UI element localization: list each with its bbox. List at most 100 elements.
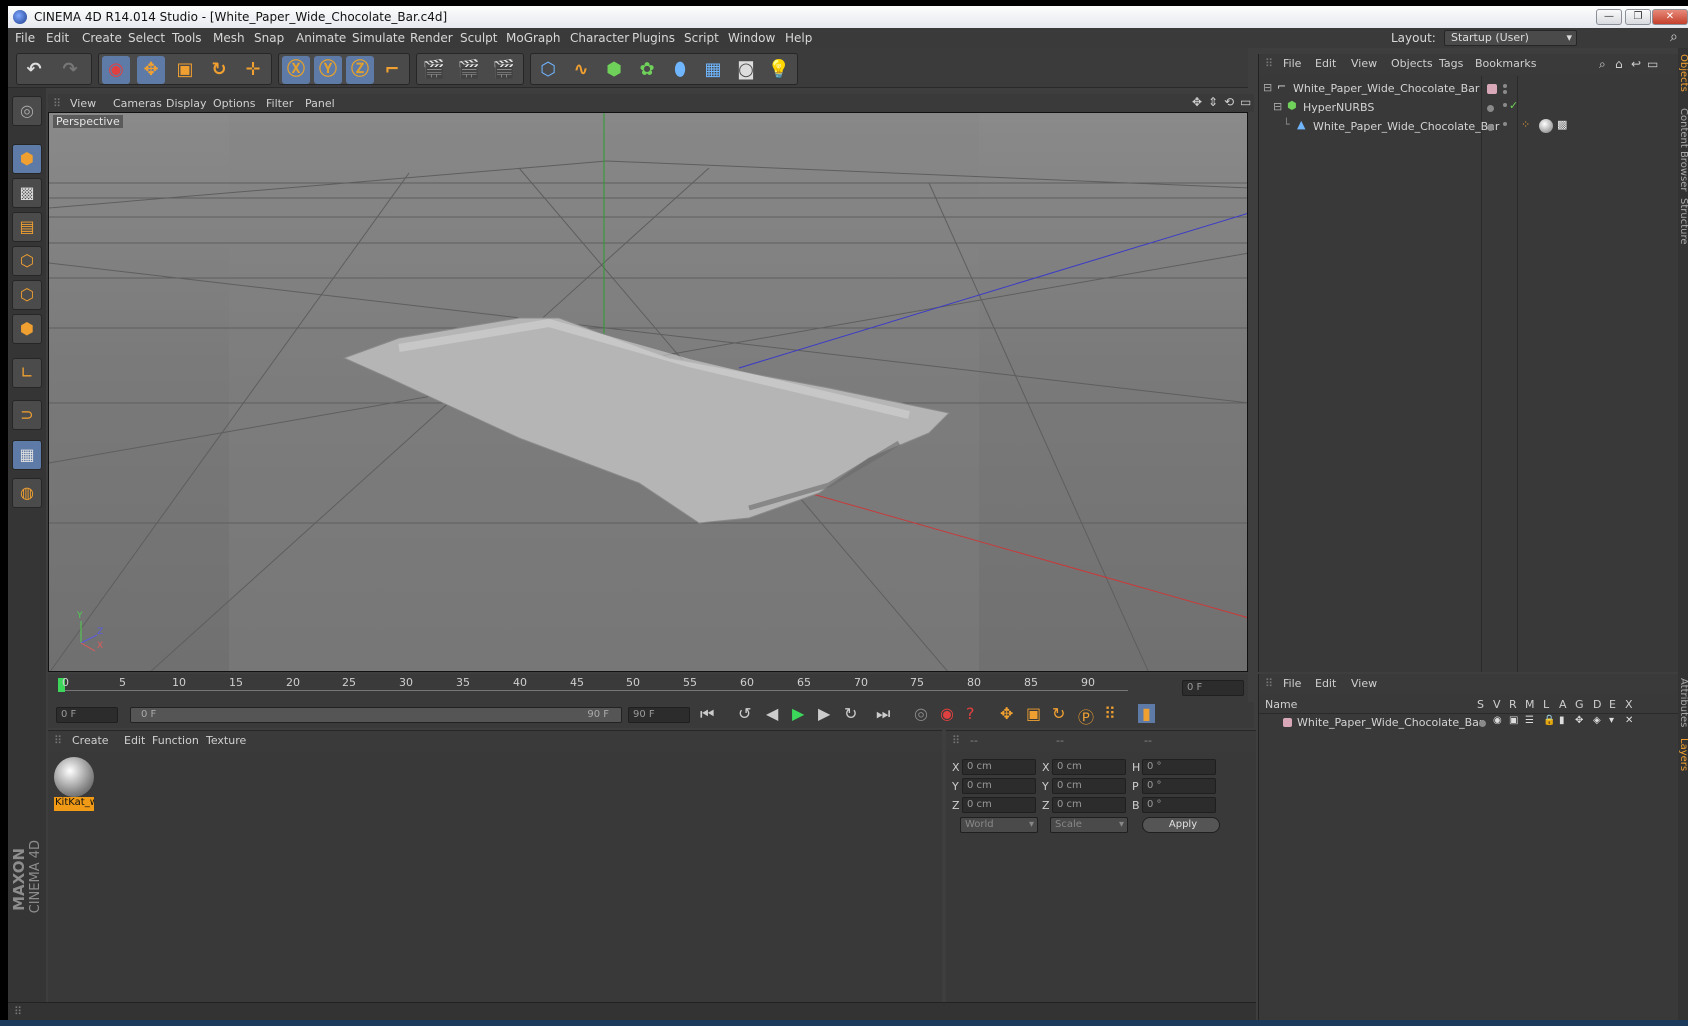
cube-icon[interactable]: ⬡ — [534, 56, 562, 84]
menu-help[interactable]: Help — [785, 31, 812, 45]
rot-b-field[interactable]: 0 ° — [1142, 797, 1216, 813]
object-row-mesh[interactable]: └ ▲ White_Paper_Wide_Chocolate_Bar ⁘ ▩ — [1259, 118, 1678, 137]
generators-icon[interactable]: ✥ — [1575, 715, 1583, 726]
previous-key-icon[interactable]: ↺ — [738, 704, 751, 723]
rot-h-field[interactable]: 0 ° — [1142, 759, 1216, 775]
menu-animate[interactable]: Animate — [296, 31, 346, 45]
viewport-zoom-icon[interactable]: ⇕ — [1208, 95, 1218, 109]
redo-icon[interactable]: ↷ — [56, 56, 84, 84]
workplane-icon[interactable]: ▤ — [12, 212, 42, 242]
move-icon[interactable]: ✥ — [137, 56, 165, 84]
close-button[interactable]: ✕ — [1652, 9, 1688, 25]
menu-mograph[interactable]: MoGraph — [506, 31, 561, 45]
render-view-icon[interactable]: 🎬 — [420, 56, 448, 84]
current-frame-field[interactable]: 0 F — [1182, 680, 1244, 696]
scale-icon[interactable]: ▣ — [171, 56, 199, 84]
col-g[interactable]: G — [1575, 698, 1584, 711]
col-m[interactable]: M — [1525, 698, 1535, 711]
play-icon[interactable]: ▶ — [792, 704, 804, 723]
menu-edit[interactable]: Edit — [46, 31, 69, 45]
menu-create[interactable]: Create — [82, 31, 122, 45]
size-mode-select[interactable]: Scale ▾ — [1050, 817, 1128, 833]
render-visibility-dot[interactable] — [1503, 90, 1507, 94]
nurbs-icon[interactable]: ⬢ — [600, 56, 628, 84]
rotate-icon[interactable]: ↻ — [205, 56, 233, 84]
editor-visibility-dot[interactable] — [1503, 103, 1507, 107]
menu-select[interactable]: Select — [128, 31, 165, 45]
obj-menu-view[interactable]: View — [1351, 57, 1377, 70]
collapse-icon[interactable]: ⊟ — [1273, 100, 1282, 113]
menu-simulate[interactable]: Simulate — [352, 31, 405, 45]
record-keys-icon[interactable]: ◎ — [914, 704, 928, 723]
layer-menu-view[interactable]: View — [1351, 677, 1377, 690]
menu-mesh[interactable]: Mesh — [213, 31, 245, 45]
points-mode-icon[interactable]: ⬡ — [12, 246, 42, 276]
vp-menu-cameras[interactable]: Cameras — [113, 97, 162, 110]
size-z-field[interactable]: 0 cm — [1052, 797, 1126, 813]
viewport-label[interactable]: Perspective — [53, 115, 123, 128]
material-tag-icon[interactable] — [1539, 119, 1553, 133]
layer-row[interactable]: White_Paper_Wide_Chocolate_Bar ◉ ▣ ☰ 🔒 ▮… — [1259, 714, 1678, 733]
xref-icon[interactable]: ✕ — [1625, 715, 1633, 726]
deformer-icon[interactable]: ⬮ — [666, 56, 694, 84]
solo-toggle[interactable] — [1479, 720, 1486, 727]
tab-attributes[interactable]: Attributes — [1678, 678, 1688, 727]
soft-selection-icon[interactable]: ◍ — [12, 478, 42, 508]
vp-menu-filter[interactable]: Filter — [266, 97, 293, 110]
menu-snap[interactable]: Snap — [254, 31, 284, 45]
menu-window[interactable]: Window — [728, 31, 775, 45]
lock-icon[interactable]: 🔒 — [1543, 715, 1555, 726]
pos-y-field[interactable]: 0 cm — [962, 778, 1036, 794]
col-name[interactable]: Name — [1265, 698, 1297, 711]
col-x[interactable]: X — [1625, 698, 1633, 711]
coord-mode-select[interactable]: World ▾ — [960, 817, 1038, 833]
layer-color-swatch[interactable] — [1487, 84, 1497, 94]
col-s[interactable]: S — [1477, 698, 1484, 711]
key-rotation-icon[interactable]: ↻ — [1052, 704, 1065, 723]
obj-menu-tags[interactable]: Tags — [1439, 57, 1463, 70]
texture-mode-icon[interactable]: ▩ — [12, 178, 42, 208]
object-row-hypernurbs[interactable]: ⊟ ⬢ HyperNURBS ✓ — [1259, 99, 1678, 118]
apply-button[interactable]: Apply — [1142, 817, 1220, 833]
menu-file[interactable]: File — [15, 31, 35, 45]
minimize-button[interactable]: — — [1596, 9, 1622, 25]
mat-menu-edit[interactable]: Edit — [124, 734, 145, 747]
help-keyframe-icon[interactable]: ? — [966, 704, 975, 723]
new-window-icon[interactable]: ▭ — [1647, 57, 1658, 71]
editor-visibility-dot[interactable] — [1503, 84, 1507, 88]
col-r[interactable]: R — [1509, 698, 1517, 711]
tab-content-browser[interactable]: Content Browser — [1678, 108, 1688, 191]
vp-menu-view[interactable]: View — [70, 97, 96, 110]
perspective-viewport[interactable]: Perspective Y Z X — [48, 112, 1248, 672]
menu-sculpt[interactable]: Sculpt — [460, 31, 497, 45]
undo-icon[interactable]: ↶ — [20, 56, 48, 84]
obj-menu-file[interactable]: File — [1283, 57, 1301, 70]
light-icon[interactable]: 💡 — [765, 56, 793, 84]
expressions-icon[interactable]: ▾ — [1609, 715, 1614, 726]
layer-color-swatch[interactable] — [1283, 718, 1292, 727]
render-settings-icon[interactable]: 🎬 — [490, 56, 518, 84]
size-y-field[interactable]: 0 cm — [1052, 778, 1126, 794]
coordinate-system-icon[interactable]: ⌐ — [378, 56, 406, 84]
key-scale-icon[interactable]: ▣ — [1026, 704, 1041, 723]
vp-menu-display[interactable]: Display — [166, 97, 207, 110]
render-icon[interactable]: ▣ — [1509, 715, 1518, 726]
menu-plugins[interactable]: Plugins — [632, 31, 675, 45]
tab-objects[interactable]: Objects — [1678, 54, 1688, 92]
key-pla-icon[interactable]: ⠿ — [1104, 704, 1116, 723]
layer-menu-file[interactable]: File — [1283, 677, 1301, 690]
obj-menu-bookmarks[interactable]: Bookmarks — [1475, 57, 1536, 70]
camera-icon[interactable]: ◙ — [732, 56, 760, 84]
back-icon[interactable]: ↩ — [1631, 57, 1641, 71]
layout-select[interactable]: Startup (User) ▾ — [1444, 30, 1577, 46]
col-v[interactable]: V — [1493, 698, 1501, 711]
frame-range-slider[interactable]: 0 F 90 F — [130, 707, 622, 723]
col-d[interactable]: D — [1593, 698, 1601, 711]
home-icon[interactable]: ⌂ — [1615, 57, 1623, 71]
search-icon[interactable]: ⌕ — [1670, 29, 1678, 45]
visible-eye-icon[interactable]: ◉ — [1493, 715, 1502, 726]
menu-render[interactable]: Render — [410, 31, 453, 45]
axis-mode-icon[interactable]: ∟ — [12, 358, 42, 388]
spline-icon[interactable]: ∿ — [567, 56, 595, 84]
polygons-mode-icon[interactable]: ⬢ — [12, 314, 42, 344]
